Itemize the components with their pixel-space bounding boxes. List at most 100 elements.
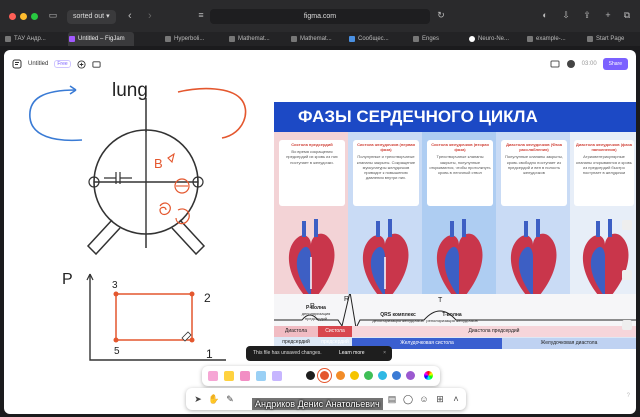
new-tab-icon[interactable]: +	[603, 10, 613, 20]
learn-more-link[interactable]: Learn more	[339, 346, 365, 361]
tool-icon[interactable]	[622, 220, 632, 230]
hand-tool-icon[interactable]: ✋	[208, 393, 220, 405]
wave-label: P-волна деполяризация предсердий	[294, 305, 338, 321]
highlighter-tool-icon[interactable]	[224, 371, 234, 381]
minimize-window-button[interactable]	[20, 13, 27, 20]
phase-card: Диастола желудочков (фаза наполнения) Ат…	[574, 140, 634, 206]
phase-text: Полулунные и трехстворчатые клапаны закр…	[356, 154, 416, 181]
share-icon[interactable]: ⇪	[582, 10, 592, 20]
graph-corner-label: 5	[114, 346, 120, 357]
tab-tau[interactable]: ТАУ Андр...	[4, 32, 64, 46]
plus-icon[interactable]	[77, 59, 86, 69]
heart-cycle-poster[interactable]: ФАЗЫ СЕРДЕЧНОГО ЦИКЛА Систола предсердий…	[274, 102, 636, 349]
tab-math-2[interactable]: Mathemat...	[290, 32, 344, 46]
tab-figjam[interactable]: Untitled – FigJam	[68, 32, 134, 46]
file-actions: 03:00 Share	[550, 58, 628, 70]
present-icon[interactable]	[550, 59, 560, 69]
blue-arrow-stroke	[29, 89, 83, 142]
address-bar[interactable]: figma.com	[210, 9, 430, 24]
sticky-note-icon[interactable]: ▤	[386, 393, 398, 405]
favicon-icon	[291, 36, 297, 42]
tab-enges[interactable]: Enges	[412, 32, 462, 46]
chevron-up-icon[interactable]: ˄	[450, 393, 462, 405]
toast-close-icon[interactable]: ×	[383, 346, 386, 361]
phase-title: Диастола желудочков (фаза наполнения)	[576, 142, 632, 153]
wave-text: деполяризация предсердий	[301, 311, 331, 321]
tab-overview-icon[interactable]: ⧉	[622, 10, 632, 20]
color-swatch-cyan[interactable]	[378, 371, 387, 380]
pv-point	[113, 291, 119, 297]
sidebar-toggle-icon[interactable]: ▭	[48, 10, 58, 20]
phase-title: Систола желудочков (первая фаза)	[357, 142, 415, 153]
timer-icon[interactable]	[566, 59, 576, 69]
download-icon[interactable]: ⇩	[561, 10, 571, 20]
browser-window: ▭ sorted out ▾ ‹ › ≡ figma.com ↻ ◐ ⇩ ⇪ +…	[0, 0, 640, 417]
orange-loop	[175, 208, 190, 225]
help-button[interactable]: ?	[627, 393, 630, 399]
extension-icon[interactable]: ◐	[540, 10, 550, 20]
tab-strip: ТАУ Андр... Untitled – FigJam Hyperboli.…	[0, 32, 640, 46]
favicon-icon	[165, 36, 171, 42]
left-leg	[86, 219, 121, 256]
tab-math-1[interactable]: Mathemat...	[228, 32, 284, 46]
phase-text: Полулунные клапаны закрыты, кровь свобод…	[505, 154, 563, 175]
right-leg	[171, 219, 206, 256]
page-menu-icon[interactable]: ≡	[196, 10, 206, 20]
share-button[interactable]: Share	[602, 58, 628, 70]
heart-illustration	[510, 219, 557, 303]
zoom-window-button[interactable]	[31, 13, 38, 20]
frame-icon[interactable]	[92, 60, 101, 69]
favicon-icon	[587, 36, 593, 42]
marker-palette	[202, 366, 440, 386]
close-window-button[interactable]	[9, 13, 16, 20]
heart-illustration	[288, 219, 335, 303]
color-swatch-orange[interactable]	[320, 371, 329, 380]
color-picker-icon[interactable]	[424, 371, 433, 380]
main-menu-icon[interactable]	[12, 59, 22, 69]
color-swatch-purple[interactable]	[406, 371, 415, 380]
tool-icon[interactable]	[622, 270, 632, 280]
heart-illustration	[362, 219, 409, 303]
side-toolbar	[622, 220, 632, 330]
marker-tool-icon[interactable]	[208, 371, 218, 381]
phase-card: Систола желудочков (первая фаза) Полулун…	[353, 140, 419, 206]
sketch-letter-b: B	[154, 156, 163, 171]
comment-icon[interactable]: ◯	[402, 393, 414, 405]
reload-icon[interactable]: ↻	[436, 10, 446, 20]
tool-icon[interactable]	[622, 320, 632, 330]
timeline-bar: Желудочковая диастола	[502, 338, 636, 349]
orange-scribble	[159, 202, 171, 216]
washi-tool-icon[interactable]	[240, 371, 250, 381]
color-swatch-amber[interactable]	[336, 371, 345, 380]
pen-tool-icon[interactable]: ✎	[224, 393, 236, 405]
color-swatch-blue[interactable]	[392, 371, 401, 380]
more-tools-icon[interactable]: ⊞	[434, 393, 446, 405]
color-swatch-yellow[interactable]	[350, 371, 359, 380]
ecg-letter: T	[438, 297, 443, 304]
timer-readout[interactable]: 03:00	[582, 61, 597, 67]
unsaved-changes-toast: This file has unsaved changes. Learn mor…	[246, 346, 392, 361]
tab-group-selector[interactable]: sorted out ▾	[67, 10, 116, 24]
file-name[interactable]: Untitled	[28, 61, 48, 67]
move-tool-icon[interactable]: ➤	[192, 393, 204, 405]
wave-label: T-волна реполяризация желудочков	[424, 312, 480, 323]
lasso-tool-icon[interactable]	[272, 371, 282, 381]
color-swatch-black[interactable]	[306, 371, 315, 380]
stamp-icon[interactable]: ☺	[418, 393, 430, 405]
color-swatch-green[interactable]	[364, 371, 373, 380]
back-icon[interactable]: ‹	[128, 9, 132, 23]
browser-titlebar: ▭ sorted out ▾ ‹ › ≡ figma.com ↻ ◐ ⇩ ⇪ +…	[0, 0, 640, 32]
tab-neuro[interactable]: Neuro-Ne...	[468, 32, 522, 46]
pv-point	[189, 291, 195, 297]
wave-text: реполяризация желудочков	[426, 318, 478, 323]
tab-start-page[interactable]: Start Page	[586, 32, 638, 46]
toast-message: This file has unsaved changes.	[253, 350, 322, 356]
tab-community[interactable]: Сообщес...	[348, 32, 404, 46]
favicon-icon	[229, 36, 235, 42]
forward-icon[interactable]: ›	[148, 9, 152, 23]
phase-title: Диастола желудочков (Фаза расслабления)	[506, 142, 562, 153]
eraser-tool-icon[interactable]	[256, 371, 266, 381]
hand-drawn-sketch[interactable]: lung B P 3 2 5 1	[4, 70, 266, 380]
tab-hyperbolic[interactable]: Hyperboli...	[164, 32, 220, 46]
tab-example[interactable]: example-...	[526, 32, 582, 46]
